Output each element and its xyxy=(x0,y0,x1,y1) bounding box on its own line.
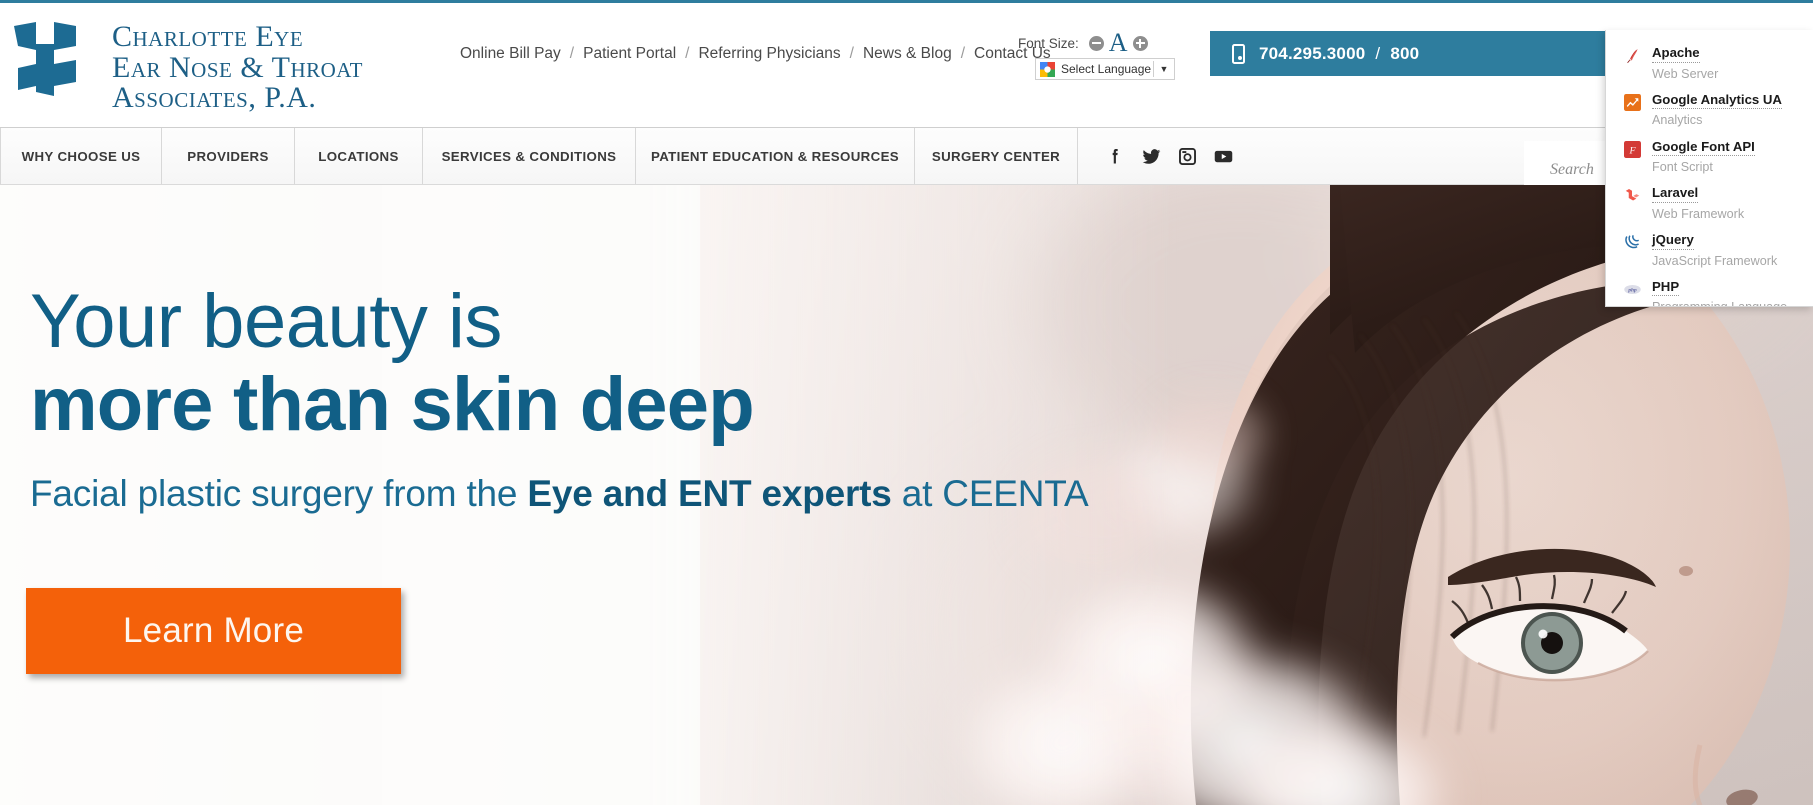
twitter-icon[interactable] xyxy=(1140,145,1162,167)
tech-row-jquery[interactable]: jQuery JavaScript Framework xyxy=(1606,229,1813,276)
tech-name[interactable]: Google Analytics UA xyxy=(1652,92,1782,110)
nav-item-surgery-center[interactable]: SURGERY CENTER xyxy=(915,128,1078,184)
language-selector[interactable]: Select Language ▼ xyxy=(1035,58,1175,80)
logo-wordmark: Charlotte Eye Ear Nose & Throat Associat… xyxy=(112,20,363,115)
phone-separator: / xyxy=(1375,43,1381,63)
tech-name[interactable]: jQuery xyxy=(1652,232,1694,250)
mobile-phone-icon xyxy=(1232,43,1245,64)
tech-row-php[interactable]: php PHP Programming Language xyxy=(1606,276,1813,306)
hero-banner: Your beauty is more than skin deep Facia… xyxy=(0,185,1813,805)
tech-row-google-font-api[interactable]: F Google Font API Font Script xyxy=(1606,136,1813,183)
utility-link-referring-physicians[interactable]: Referring Physicians xyxy=(698,45,840,63)
laravel-icon xyxy=(1624,187,1641,204)
google-font-api-icon: F xyxy=(1624,140,1641,158)
tech-category: Programming Language xyxy=(1652,298,1787,306)
phone-primary[interactable]: 704.295.3000 xyxy=(1259,44,1365,63)
site-logo[interactable]: Charlotte Eye Ear Nose & Throat Associat… xyxy=(10,20,363,114)
google-analytics-icon xyxy=(1624,93,1641,111)
tech-category: Web Framework xyxy=(1652,206,1745,221)
tech-name[interactable]: Apache xyxy=(1652,45,1700,63)
tech-category: Font Script xyxy=(1652,160,1713,174)
tech-row-google-analytics-ua[interactable]: Google Analytics UA Analytics xyxy=(1606,89,1813,136)
utility-nav: Online Bill Pay / Patient Portal / Refer… xyxy=(460,45,1051,63)
utility-separator: / xyxy=(569,45,575,62)
nav-label: WHY CHOOSE US xyxy=(21,148,141,164)
social-links xyxy=(1078,128,1260,184)
nav-label: SURGERY CENTER xyxy=(931,148,1061,164)
utility-link-online-bill-pay[interactable]: Online Bill Pay xyxy=(460,45,561,63)
apache-feather-icon xyxy=(1624,47,1641,64)
tech-category: Web Server xyxy=(1652,66,1719,81)
ceenta-monogram-icon xyxy=(14,22,76,96)
font-size-increase-icon[interactable] xyxy=(1132,35,1148,51)
chevron-down-icon[interactable]: ▼ xyxy=(1154,64,1174,74)
font-size-letter: A xyxy=(1108,28,1128,57)
tech-category: JavaScript Framework xyxy=(1652,253,1778,268)
language-label: Select Language xyxy=(1061,62,1152,76)
site-header: Charlotte Eye Ear Nose & Throat Associat… xyxy=(0,3,1813,127)
tech-text: PHP Programming Language xyxy=(1652,279,1787,306)
nav-label: PROVIDERS xyxy=(187,148,269,164)
nav-item-services-conditions[interactable]: SERVICES & CONDITIONS xyxy=(423,128,636,184)
main-nav-items: WHY CHOOSE US PROVIDERS LOCATIONS SERVIC… xyxy=(0,128,1260,184)
google-translate-icon xyxy=(1040,61,1055,77)
tech-row-laravel[interactable]: Laravel Web Framework xyxy=(1606,182,1813,229)
php-icon: php xyxy=(1624,281,1641,298)
logo-line-1: Charlotte Eye xyxy=(112,20,304,53)
tech-name[interactable]: Laravel xyxy=(1652,185,1699,203)
tech-text: Apache Web Server xyxy=(1652,45,1718,83)
nav-label: LOCATIONS xyxy=(318,148,399,164)
learn-more-button[interactable]: Learn More xyxy=(26,588,401,674)
logo-line-3: Associates, P.A. xyxy=(112,81,317,115)
hero-headline-line-1: Your beauty is xyxy=(30,279,502,364)
utility-separator: / xyxy=(960,45,965,62)
learn-more-label: Learn More xyxy=(123,611,304,650)
tech-text: Google Font API Font Script xyxy=(1652,139,1755,177)
tech-category: Analytics xyxy=(1652,113,1703,128)
facebook-icon[interactable] xyxy=(1104,145,1126,167)
hero-subheadline: Facial plastic surgery from the Eye and … xyxy=(30,473,1260,515)
phone-secondary[interactable]: 800 xyxy=(1390,44,1419,63)
font-size-label: Font Size: xyxy=(1018,35,1079,51)
page-root: Charlotte Eye Ear Nose & Throat Associat… xyxy=(0,0,1813,805)
nav-label: PATIENT EDUCATION & RESOURCES xyxy=(650,148,900,164)
hero-sub-bold: Eye and ENT experts xyxy=(527,473,892,515)
font-size-control: Font Size: A xyxy=(1018,30,1148,56)
utility-link-news-blog[interactable]: News & Blog xyxy=(863,45,952,63)
hero-sub-before: Facial plastic surgery from the xyxy=(30,473,528,515)
tech-text: Laravel Web Framework xyxy=(1652,185,1744,223)
youtube-icon[interactable] xyxy=(1212,145,1234,167)
search-input[interactable]: Search xyxy=(1550,161,1594,179)
hero-sub-after: at CEENTA xyxy=(891,473,1089,515)
nav-item-patient-education-resources[interactable]: PATIENT EDUCATION & RESOURCES xyxy=(636,128,915,184)
jquery-icon xyxy=(1624,234,1641,251)
hero-headline-line-2: more than skin deep xyxy=(30,362,755,448)
instagram-icon[interactable] xyxy=(1176,145,1198,167)
nav-label: SERVICES & CONDITIONS xyxy=(441,148,617,164)
logo-line-2: Ear Nose & Throat xyxy=(112,50,363,84)
tech-text: Google Analytics UA Analytics xyxy=(1652,92,1782,130)
tech-row-apache[interactable]: Apache Web Server xyxy=(1606,42,1813,89)
phone-numbers: 704.295.3000 / 800 xyxy=(1259,44,1419,64)
utility-separator: / xyxy=(685,45,690,62)
svg-text:F: F xyxy=(1628,145,1636,156)
tech-name[interactable]: PHP xyxy=(1652,279,1680,297)
utility-separator: / xyxy=(849,45,854,62)
utility-link-patient-portal[interactable]: Patient Portal xyxy=(583,45,676,63)
nav-item-locations[interactable]: LOCATIONS xyxy=(295,128,423,184)
tech-text: jQuery JavaScript Framework xyxy=(1652,232,1777,270)
nav-item-providers[interactable]: PROVIDERS xyxy=(162,128,295,184)
font-size-decrease-icon[interactable] xyxy=(1088,35,1104,51)
technology-detection-popup: Apache Web Server Google Analytics UA An… xyxy=(1605,30,1813,307)
nav-item-why-choose-us[interactable]: WHY CHOOSE US xyxy=(0,128,162,184)
svg-text:php: php xyxy=(1627,287,1637,293)
hero-copy: Your beauty is more than skin deep Facia… xyxy=(30,279,1260,515)
tech-name[interactable]: Google Font API xyxy=(1652,139,1755,156)
